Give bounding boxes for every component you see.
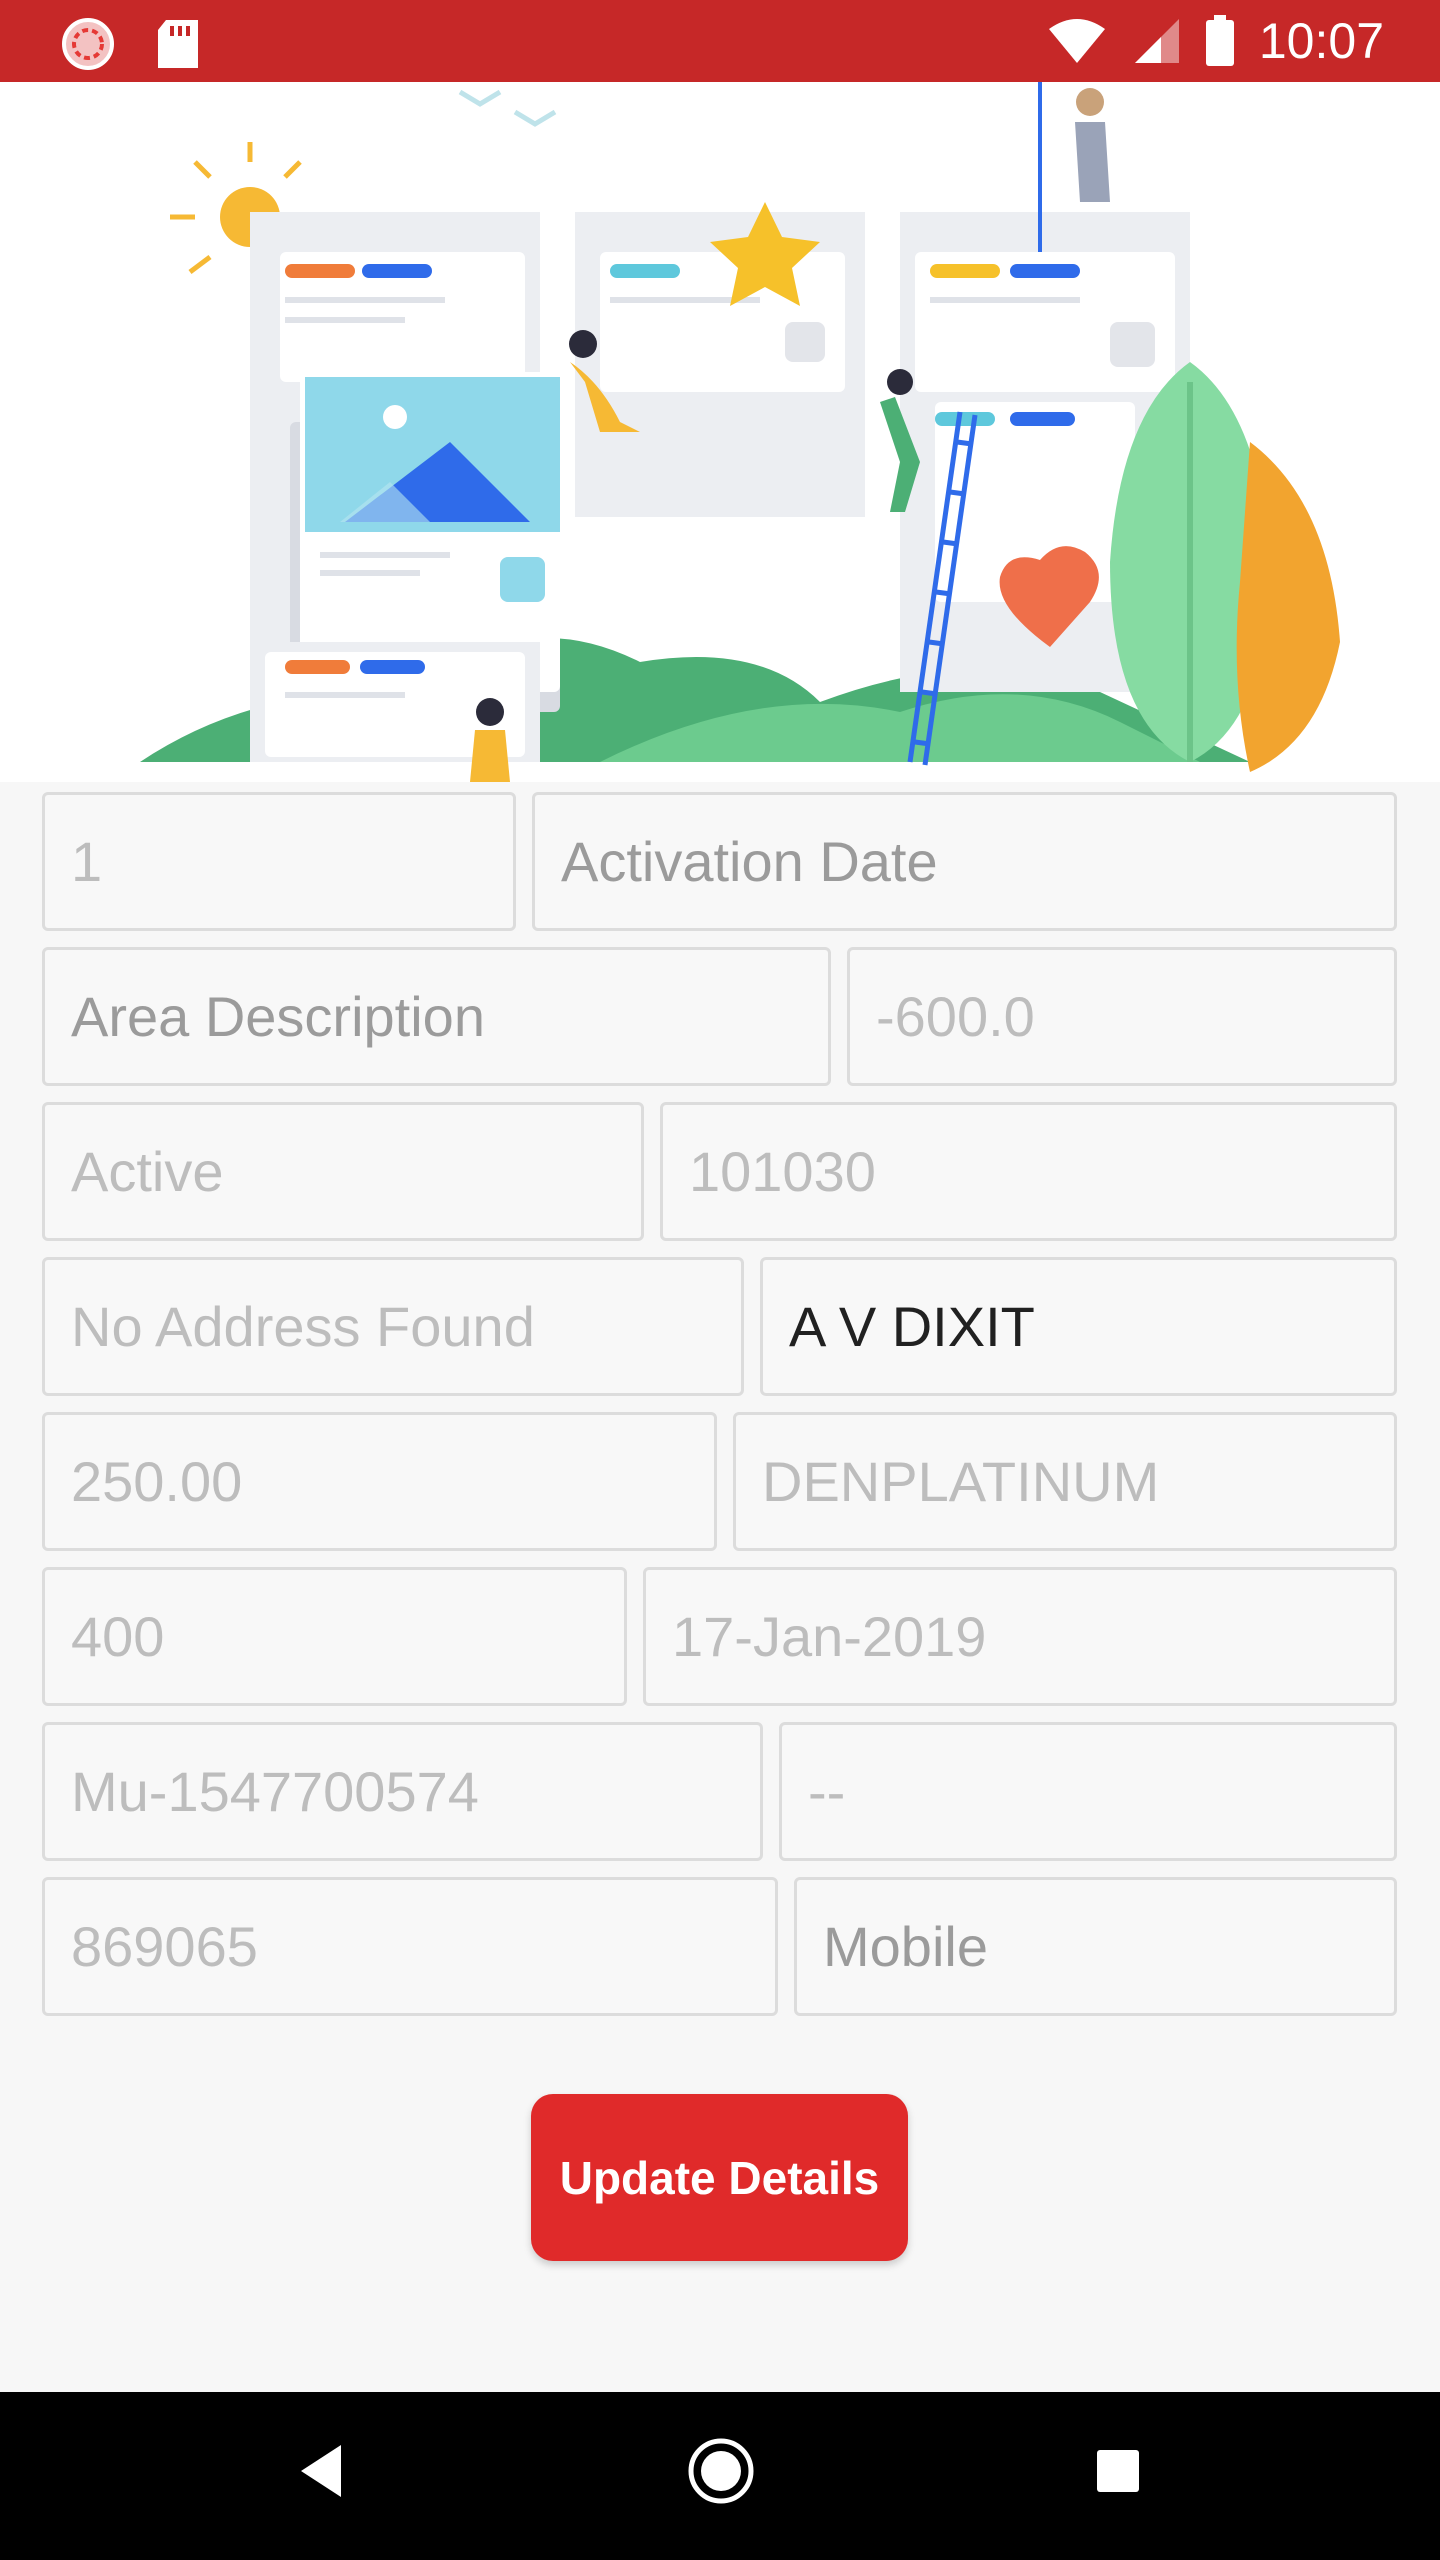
quantity-field[interactable]: 400	[42, 1567, 627, 1706]
status-field[interactable]: Active	[42, 1102, 644, 1241]
index-field[interactable]: 1	[42, 792, 516, 931]
battery-icon	[1205, 15, 1234, 66]
address-field[interactable]: No Address Found	[42, 1257, 744, 1396]
package-field[interactable]: DENPLATINUM	[733, 1412, 1397, 1551]
amount-field[interactable]: 250.00	[42, 1412, 717, 1551]
update-details-button[interactable]: Update Details	[531, 2094, 908, 2261]
balance-field[interactable]: -600.0	[847, 947, 1397, 1086]
hero-illustration	[0, 82, 1440, 782]
code-field[interactable]: 869065	[42, 1877, 778, 2016]
signal-icon	[1134, 19, 1179, 63]
status-bar: 10:07	[0, 0, 1440, 82]
date-field[interactable]: 17-Jan-2019	[643, 1567, 1397, 1706]
navigation-bar	[0, 2392, 1440, 2560]
back-icon[interactable]	[295, 2441, 345, 2501]
empty-value-field[interactable]: --	[779, 1722, 1397, 1861]
recents-icon[interactable]	[1095, 2448, 1141, 2494]
sd-card-icon	[158, 20, 198, 68]
sync-icon	[62, 18, 114, 70]
account-id-field[interactable]: Mu-1547700574	[42, 1722, 763, 1861]
home-icon[interactable]	[686, 2436, 756, 2506]
mobile-field[interactable]: Mobile	[794, 1877, 1397, 2016]
pin-code-field[interactable]: 101030	[660, 1102, 1397, 1241]
status-time: 10:07	[1258, 13, 1384, 69]
wifi-icon	[1048, 19, 1105, 63]
area-description-field[interactable]: Area Description	[42, 947, 831, 1086]
activation-date-field[interactable]: Activation Date	[532, 792, 1397, 931]
customer-name-field[interactable]: A V DIXIT	[760, 1257, 1397, 1396]
